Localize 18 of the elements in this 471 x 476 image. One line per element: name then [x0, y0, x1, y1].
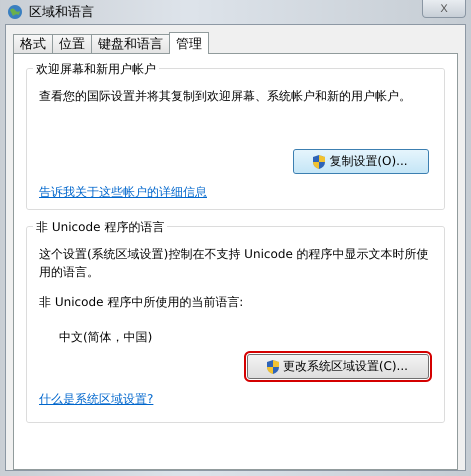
window-title: 区域和语言 — [29, 4, 95, 21]
tab[interactable]: 位置 — [52, 34, 92, 53]
help-link[interactable]: 告诉我关于这些帐户的详细信息 — [39, 184, 207, 201]
description-text: 这个设置(系统区域设置)控制在不支持 Unicode 的程序中显示文本时所使用的语言。 — [39, 246, 430, 281]
help-link[interactable]: 什么是系统区域设置? — [39, 391, 154, 408]
shield-icon — [266, 358, 280, 374]
close-button[interactable]: X — [422, 0, 466, 18]
globe-icon — [7, 4, 23, 20]
group-title: 欢迎屏幕和新用户帐户 — [33, 61, 159, 78]
description-text: 非 Unicode 程序中所使用的当前语言: — [39, 294, 244, 311]
shield-icon — [312, 154, 326, 170]
current-language-text: 中文(简体，中国) — [59, 329, 154, 346]
description-text: 查看您的国际设置并将其复制到欢迎屏幕、系统帐户和新的用户帐户。 — [39, 88, 412, 105]
tab[interactable]: 管理 — [169, 32, 209, 54]
tab[interactable]: 键盘和语言 — [91, 34, 170, 53]
shield-button[interactable]: 复制设置(O)... — [293, 149, 429, 174]
tab[interactable]: 格式 — [13, 34, 53, 53]
shield-button[interactable]: 更改系统区域设置(C)... — [246, 354, 429, 379]
